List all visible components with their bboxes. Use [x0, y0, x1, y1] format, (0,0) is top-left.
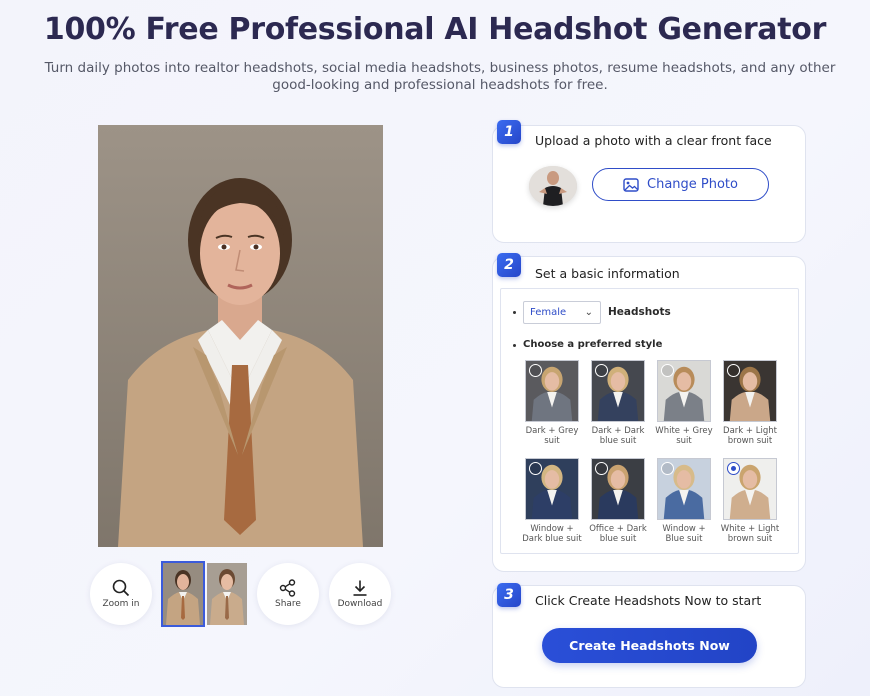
step1-title: Upload a photo with a clear front face	[535, 133, 772, 148]
style-option[interactable]: White + Grey suit	[655, 360, 713, 446]
chevron-down-icon: ⌄	[584, 307, 593, 318]
page-subtitle: Turn daily photos into realtor headshots…	[44, 60, 836, 93]
change-photo-label: Change Photo	[647, 177, 738, 192]
uploaded-photo-avatar	[529, 166, 577, 206]
style-caption-line: blue suit	[599, 534, 637, 544]
style-option[interactable]: White + Light brown suit	[721, 458, 779, 544]
style-option[interactable]: Window + Dark blue suit	[522, 458, 582, 544]
create-headshots-button[interactable]: Create Headshots Now	[542, 628, 757, 663]
style-caption: Office + Dark blue suit	[581, 524, 655, 544]
result-thumbnail-2[interactable]	[207, 563, 247, 625]
style-caption-line: brown suit	[727, 534, 773, 544]
download-button[interactable]: Download	[329, 563, 391, 625]
style-preview-image	[657, 360, 711, 422]
style-caption-line: Dark + Light	[723, 426, 777, 436]
bullet-dot	[513, 311, 516, 314]
style-caption-line: suit	[544, 436, 560, 446]
style-radio[interactable]	[727, 462, 740, 475]
style-preview-image	[723, 360, 777, 422]
style-option[interactable]: Office + Dark blue suit	[589, 458, 647, 544]
share-button[interactable]: Share	[257, 563, 319, 625]
share-label: Share	[275, 599, 301, 609]
step2-badge: 2	[497, 253, 521, 277]
gender-selected-value: Female	[530, 307, 567, 318]
style-radio[interactable]	[661, 462, 674, 475]
style-caption: Window + Blue suit	[647, 524, 721, 544]
style-section-label: Choose a preferred style	[523, 339, 663, 350]
style-radio[interactable]	[727, 364, 740, 377]
style-caption: Dark + Light brown suit	[713, 426, 787, 446]
share-icon	[279, 579, 296, 597]
style-caption: Dark + Grey suit	[515, 426, 589, 446]
result-thumbnail-1[interactable]	[161, 561, 205, 627]
change-photo-button[interactable]: Change Photo	[592, 168, 769, 201]
style-caption-line: Dark + Grey	[525, 426, 579, 436]
style-caption-line: Blue suit	[665, 534, 703, 544]
style-radio[interactable]	[529, 364, 542, 377]
headshot-preview-image	[98, 125, 383, 547]
zoom-in-button[interactable]: Zoom in	[90, 563, 152, 625]
bullet-dot	[513, 344, 516, 347]
style-option[interactable]: Window + Blue suit	[657, 458, 711, 544]
headshots-label: Headshots	[608, 306, 671, 318]
style-caption-line: Office + Dark	[589, 524, 647, 534]
style-caption-line: Dark blue suit	[522, 534, 582, 544]
style-radio[interactable]	[529, 462, 542, 475]
style-preview-image	[525, 360, 579, 422]
zoom-in-label: Zoom in	[102, 599, 140, 609]
style-caption-line: White + Grey	[655, 426, 713, 436]
download-icon	[353, 580, 367, 596]
style-caption-line: blue suit	[599, 436, 637, 446]
style-caption: White + Grey suit	[647, 426, 721, 446]
style-caption-line: White + Light	[720, 524, 780, 534]
step2-title: Set a basic information	[535, 266, 680, 281]
style-option[interactable]: Dark + Light brown suit	[723, 360, 777, 446]
step3-badge: 3	[497, 583, 521, 607]
style-option[interactable]: Dark + Grey suit	[525, 360, 579, 446]
style-preview-image	[525, 458, 579, 520]
gender-select[interactable]: Female ⌄	[523, 301, 601, 324]
style-preview-image	[723, 458, 777, 520]
image-icon	[623, 177, 639, 192]
style-caption-line: suit	[676, 436, 692, 446]
style-preview-image	[591, 360, 645, 422]
style-radio[interactable]	[595, 364, 608, 377]
style-caption: White + Light brown suit	[713, 524, 787, 544]
page-title: 100% Free Professional AI Headshot Gener…	[43, 12, 827, 47]
step1-badge: 1	[497, 120, 521, 144]
style-caption-line: brown suit	[727, 436, 773, 446]
download-label: Download	[337, 599, 383, 609]
style-radio[interactable]	[661, 364, 674, 377]
style-caption-line: Window +	[662, 524, 706, 534]
style-caption-line: Dark + Dark	[591, 426, 645, 436]
style-radio[interactable]	[595, 462, 608, 475]
magnifier-icon	[112, 579, 130, 597]
style-caption: Window + Dark blue suit	[515, 524, 589, 544]
style-preview-image	[657, 458, 711, 520]
style-preview-image	[591, 458, 645, 520]
style-option[interactable]: Dark + Dark blue suit	[591, 360, 645, 446]
step3-title: Click Create Headshots Now to start	[535, 593, 762, 608]
style-caption: Dark + Dark blue suit	[581, 426, 655, 446]
style-caption-line: Window +	[530, 524, 574, 534]
